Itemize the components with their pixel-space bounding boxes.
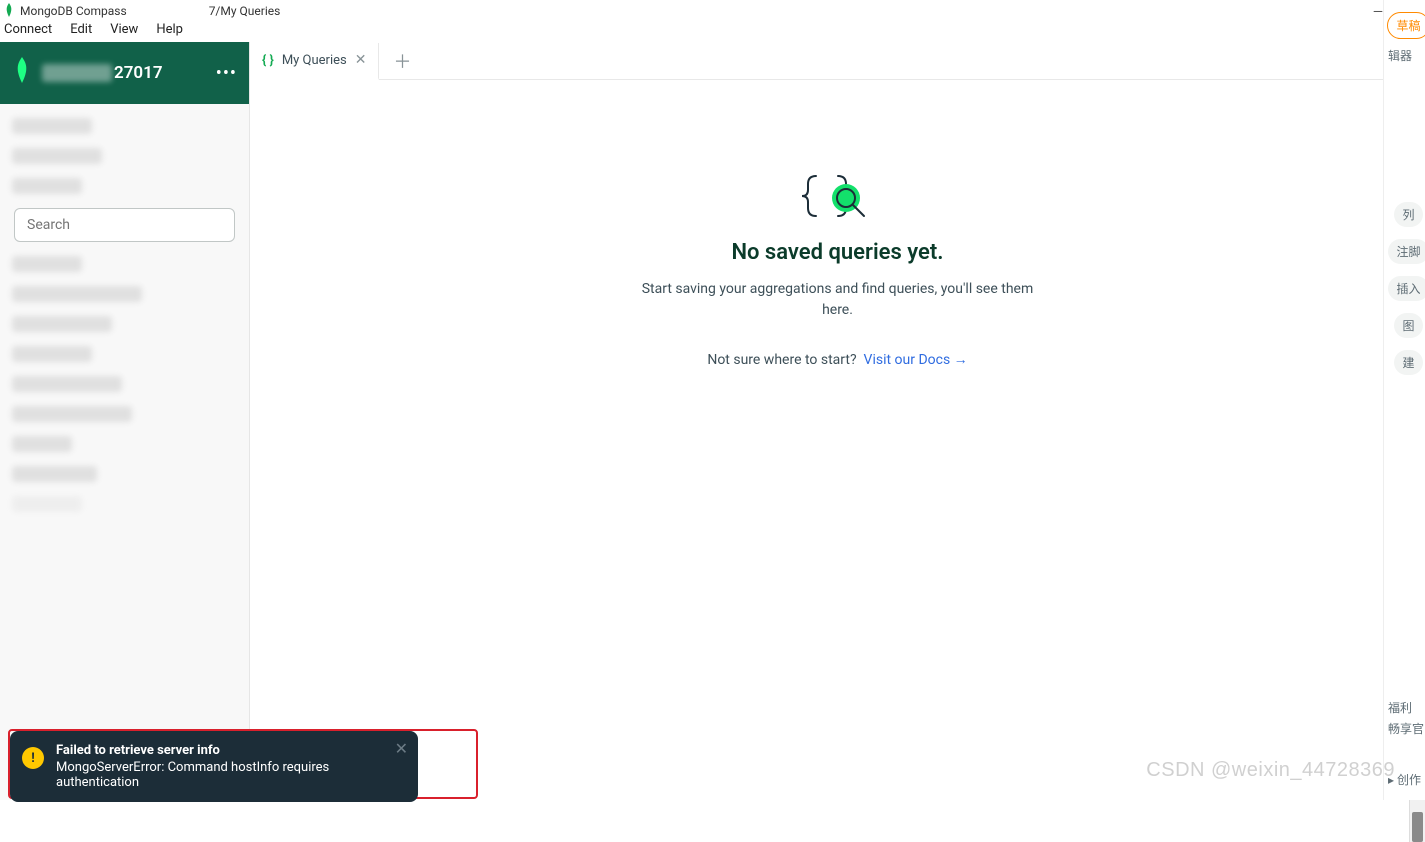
rs-pill[interactable]: 建 — [1394, 350, 1422, 375]
rs-pill[interactable]: 列 — [1394, 202, 1422, 227]
empty-description: Start saving your aggregations and find … — [638, 279, 1038, 321]
sidebar-item-blur — [12, 316, 112, 332]
mongodb-leaf-icon — [12, 57, 32, 90]
rs-item: 辑器 — [1384, 45, 1425, 66]
sidebar-item-blur — [12, 406, 132, 422]
sidebar-item-blur — [12, 178, 82, 194]
mongodb-leaf-icon — [4, 3, 14, 20]
tab-bar: { } My Queries ✕ ＋ — [250, 42, 1425, 80]
menu-bar: Connect Edit View Help — [0, 22, 1425, 42]
sidebar-item-blur — [12, 436, 72, 452]
braces-icon: { } — [262, 53, 274, 68]
empty-state-icon — [798, 170, 878, 222]
rs-pill[interactable]: 注脚 — [1388, 239, 1425, 264]
rs-item: 福利 — [1384, 697, 1425, 718]
connection-menu-icon[interactable]: ••• — [216, 63, 237, 84]
connection-header: 27017 ••• — [0, 42, 249, 104]
rs-pill[interactable]: 图 — [1394, 313, 1422, 338]
search-input[interactable] — [14, 208, 235, 242]
menu-edit[interactable]: Edit — [70, 22, 92, 38]
sidebar-item-blur — [12, 466, 97, 482]
toast-message: MongoServerError: Command hostInfo requi… — [56, 760, 388, 790]
toast-close-icon[interactable]: ✕ — [395, 739, 408, 758]
external-right-panel: 草稿 辑器 列 注脚 插入 图 建 福利 畅享官 ▸ 创作 — [1383, 0, 1425, 800]
window-title-bar: MongoDB Compass 7/My Queries ─ ☐ — [0, 0, 1425, 22]
toast-highlight-border: ! Failed to retrieve server info MongoSe… — [8, 729, 478, 799]
sidebar-item-blur — [12, 346, 92, 362]
draft-pill[interactable]: 草稿 — [1387, 12, 1425, 39]
sidebar-item-blur — [12, 286, 142, 302]
scroll-thumb-bottom[interactable] — [1412, 812, 1423, 842]
toast-title: Failed to retrieve server info — [56, 743, 388, 758]
connection-host: 27017 — [42, 63, 206, 83]
connection-port: 27017 — [114, 63, 163, 83]
menu-connect[interactable]: Connect — [4, 22, 52, 38]
tab-close-icon[interactable]: ✕ — [355, 52, 367, 68]
empty-hint: Not sure where to start? Visit our Docs … — [707, 351, 967, 368]
rs-pill[interactable]: 插入 — [1388, 276, 1425, 301]
sidebar-item-blur — [12, 256, 82, 272]
tab-label: My Queries — [282, 53, 347, 68]
watermark: CSDN @weixin_44728369 — [1146, 759, 1395, 782]
sidebar-item-blur — [12, 376, 122, 392]
error-toast: ! Failed to retrieve server info MongoSe… — [10, 731, 418, 802]
app-name: MongoDB Compass — [20, 4, 127, 18]
tab-my-queries[interactable]: { } My Queries ✕ — [250, 43, 379, 80]
connection-blur — [133, 5, 203, 17]
rs-item: 畅享官 — [1384, 718, 1425, 739]
empty-state: No saved queries yet. Start saving your … — [250, 80, 1425, 800]
path-suffix: 7/My Queries — [209, 4, 281, 18]
empty-title: No saved queries yet. — [731, 240, 943, 265]
main-area: { } My Queries ✕ ＋ No saved queries yet.… — [250, 42, 1425, 800]
warning-icon: ! — [22, 747, 44, 769]
sidebar-item-blur — [12, 118, 92, 134]
menu-view[interactable]: View — [110, 22, 138, 38]
sidebar-item-blur — [12, 496, 82, 512]
sidebar: 27017 ••• — [0, 42, 250, 800]
sidebar-item-blur — [12, 148, 102, 164]
add-tab-button[interactable]: ＋ — [379, 48, 425, 74]
visit-docs-link[interactable]: Visit our Docs → — [864, 352, 968, 368]
menu-help[interactable]: Help — [156, 22, 183, 38]
